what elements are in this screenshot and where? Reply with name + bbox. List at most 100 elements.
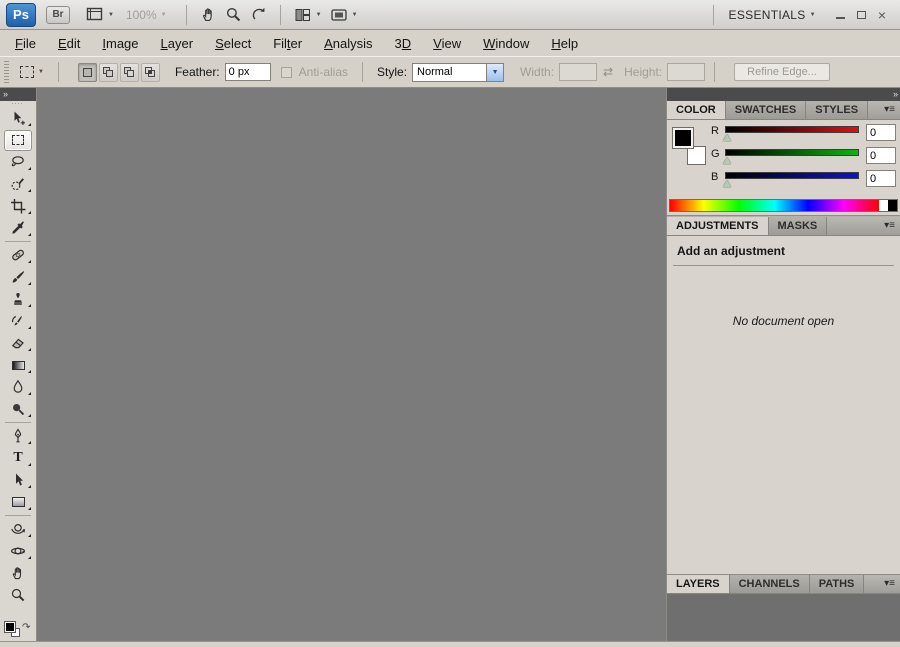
menu-3d[interactable]: 3D	[387, 33, 420, 54]
blue-slider[interactable]	[725, 172, 859, 179]
tool-eraser[interactable]	[0, 332, 36, 354]
red-slider[interactable]	[725, 126, 859, 133]
photoshop-logo: Ps	[6, 2, 36, 27]
view-extras-button[interactable]: ▼	[82, 5, 118, 25]
tool-move[interactable]	[0, 107, 36, 129]
tool-zoom[interactable]	[0, 584, 36, 606]
blue-slider-thumb[interactable]	[723, 180, 731, 187]
menu-help[interactable]: Help	[543, 33, 586, 54]
hand-tool-button[interactable]	[196, 5, 221, 25]
tool-gradient[interactable]	[0, 354, 36, 376]
launch-bridge-button[interactable]: Br	[46, 5, 70, 24]
tool-lasso[interactable]	[0, 151, 36, 173]
tab-paths[interactable]: PATHS	[809, 575, 865, 593]
menu-filter[interactable]: Filter	[265, 33, 310, 54]
width-input[interactable]	[559, 63, 598, 81]
tab-masks[interactable]: MASKS	[768, 217, 828, 235]
hand-icon	[202, 8, 212, 22]
style-select-arrow-button[interactable]: ▼	[486, 63, 504, 81]
new-selection-button[interactable]	[77, 62, 97, 82]
tool-type[interactable]: T	[0, 447, 36, 469]
red-slider-thumb[interactable]	[723, 134, 731, 141]
lasso-icon	[11, 156, 24, 167]
tab-swatches[interactable]: SWATCHES	[725, 101, 807, 119]
intersect-selection-button[interactable]	[140, 62, 160, 82]
menu-window[interactable]: Window	[475, 33, 537, 54]
foreground-color-swatch[interactable]	[673, 128, 693, 148]
subtract-from-selection-button[interactable]	[119, 62, 139, 82]
add-to-selection-button[interactable]	[98, 62, 118, 82]
feather-input[interactable]	[224, 63, 271, 81]
adjustments-panel: ADJUSTMENTS MASKS ▾≡ Add an adjustment N…	[667, 217, 900, 574]
spectrum-gradient[interactable]	[670, 200, 879, 211]
height-input[interactable]	[667, 63, 706, 81]
zoom-level-control[interactable]: 100% ▼	[126, 8, 167, 22]
antialias-checkbox[interactable]	[280, 66, 292, 78]
tool-rectangular-marquee[interactable]	[0, 129, 36, 151]
tool-hand[interactable]	[0, 562, 36, 584]
menu-file[interactable]: File	[7, 33, 44, 54]
foreground-color-swatch[interactable]	[5, 622, 15, 632]
tool-path-selection[interactable]	[0, 469, 36, 491]
tool-3d-orbit[interactable]	[0, 540, 36, 562]
dock-collapse-header[interactable]: »	[667, 88, 900, 101]
tool-spot-healing-brush[interactable]	[0, 244, 36, 266]
green-slider[interactable]	[725, 149, 859, 156]
refine-edge-button[interactable]: Refine Edge...	[734, 63, 830, 81]
color-panel-menu-icon[interactable]: ▾≡	[879, 101, 900, 119]
layers-panel-menu-icon[interactable]: ▾≡	[879, 575, 900, 593]
background-color-swatch[interactable]	[687, 146, 706, 165]
tab-styles[interactable]: STYLES	[806, 101, 869, 119]
menu-view[interactable]: View	[425, 33, 469, 54]
foreground-background-colors[interactable]: ↷	[4, 622, 30, 638]
style-select[interactable]: Normal ▼	[412, 62, 505, 82]
tab-adjustments[interactable]: ADJUSTMENTS	[667, 217, 769, 235]
spectrum-black-chip[interactable]	[888, 200, 897, 211]
options-bar-grip[interactable]	[4, 61, 9, 83]
workspace-switcher[interactable]: ESSENTIALS ▼	[723, 8, 822, 22]
tool-pen[interactable]	[0, 425, 36, 447]
tool-eyedropper[interactable]	[0, 217, 36, 239]
adjustments-panel-menu-icon[interactable]: ▾≡	[879, 217, 900, 235]
swap-colors-icon[interactable]: ↷	[22, 623, 30, 633]
green-value-input[interactable]	[866, 147, 896, 164]
color-panel: COLOR SWATCHES STYLES ▾≡ R 0 G 0 B 0	[667, 101, 900, 215]
minimize-button[interactable]	[835, 11, 845, 19]
tab-color[interactable]: COLOR	[667, 101, 726, 119]
tools-separator	[5, 515, 31, 516]
blue-value-input[interactable]	[866, 170, 896, 187]
marquee-preset-icon	[20, 66, 34, 78]
maximize-button[interactable]	[856, 10, 866, 19]
menu-edit[interactable]: Edit	[50, 33, 88, 54]
rotate-view-button[interactable]	[246, 5, 271, 25]
pen-icon	[14, 428, 22, 443]
color-spectrum-ramp[interactable]	[669, 199, 898, 212]
red-value-input[interactable]	[866, 124, 896, 141]
tool-history-brush[interactable]	[0, 310, 36, 332]
tool-preset-picker[interactable]: ▼	[15, 63, 49, 81]
crop-icon	[11, 199, 26, 214]
screen-mode-button[interactable]: ▼	[326, 5, 362, 25]
close-button[interactable]: ×	[878, 8, 886, 22]
tool-quick-selection[interactable]	[0, 173, 36, 195]
tool-crop[interactable]	[0, 195, 36, 217]
tool-3d-rotate[interactable]	[0, 518, 36, 540]
green-slider-thumb[interactable]	[723, 157, 731, 164]
tool-blur[interactable]	[0, 376, 36, 398]
menu-layer[interactable]: Layer	[153, 33, 202, 54]
menu-image[interactable]: Image	[94, 33, 146, 54]
tool-clone-stamp[interactable]	[0, 288, 36, 310]
tool-rectangle-shape[interactable]	[0, 491, 36, 513]
tool-brush[interactable]	[0, 266, 36, 288]
arrange-documents-button[interactable]: ▼	[290, 5, 326, 25]
menu-select[interactable]: Select	[207, 33, 259, 54]
tools-panel-collapse-header[interactable]: »	[0, 88, 36, 101]
swap-dimensions-icon[interactable]: ⇄	[603, 65, 613, 79]
rectangular-marquee-icon	[12, 135, 24, 145]
zoom-tool-button[interactable]	[221, 5, 246, 25]
tool-dodge[interactable]	[0, 398, 36, 420]
tab-channels[interactable]: CHANNELS	[729, 575, 810, 593]
spectrum-white-chip[interactable]	[879, 200, 888, 211]
menu-analysis[interactable]: Analysis	[316, 33, 380, 54]
tab-layers[interactable]: LAYERS	[667, 575, 730, 593]
